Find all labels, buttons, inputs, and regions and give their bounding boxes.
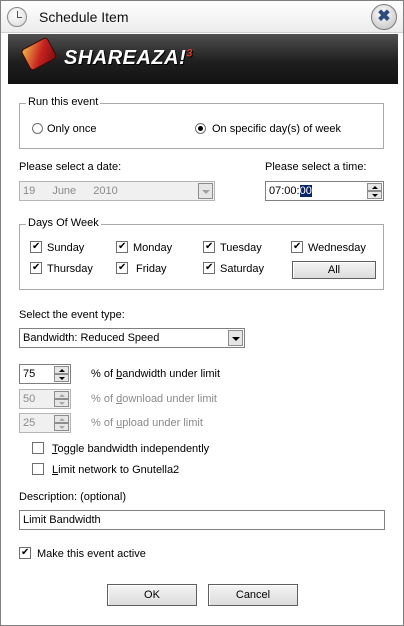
bandwidth-download-spinner: [54, 391, 69, 407]
specific-days-label: On specific day(s) of week: [212, 123, 341, 135]
bandwidth-upload-spinner: [54, 415, 69, 431]
monday-checkbox[interactable]: [116, 241, 128, 253]
thursday-label: Thursday: [47, 263, 93, 275]
saturday-checkbox[interactable]: [203, 262, 215, 274]
spin-up-icon: [54, 415, 69, 423]
shareaza-logo-icon: [20, 36, 58, 72]
limit-network-checkbox[interactable]: [32, 463, 44, 475]
spin-down-icon[interactable]: [367, 191, 382, 199]
run-event-title: Run this event: [26, 96, 101, 108]
limit-network-label: Limit network to Gnutella2: [52, 464, 180, 476]
bandwidth-total-spinner[interactable]: [54, 366, 69, 382]
date-month: June: [52, 185, 77, 197]
bandwidth-upload-input: 25: [19, 413, 71, 433]
time-label: Please select a time:: [265, 161, 367, 173]
tuesday-label: Tuesday: [220, 242, 262, 254]
wednesday-label: Wednesday: [308, 242, 366, 254]
bandwidth-upload-label: % of upload under limit: [91, 417, 203, 429]
date-picker[interactable]: 19 June 2010: [19, 181, 215, 201]
tuesday-checkbox[interactable]: [203, 241, 215, 253]
date-year: 2010: [93, 185, 118, 197]
description-label: Description: (optional): [19, 491, 126, 503]
active-checkbox[interactable]: [19, 547, 31, 559]
toggle-bandwidth-checkbox[interactable]: [32, 442, 44, 454]
spin-down-icon: [54, 399, 69, 407]
bandwidth-total-label: % of bandwidth under limit: [91, 368, 221, 380]
wednesday-checkbox[interactable]: [291, 241, 303, 253]
event-type-select[interactable]: Bandwidth: Reduced Speed: [19, 328, 245, 348]
all-days-button[interactable]: All: [292, 261, 376, 279]
bandwidth-download-input: 50: [19, 389, 71, 409]
time-selected-seconds: 00: [299, 185, 312, 197]
bandwidth-upload-value: 25: [23, 417, 36, 429]
active-label: Make this event active: [37, 548, 146, 560]
friday-checkbox[interactable]: [116, 262, 128, 274]
brand-banner: SHAREAZA!3: [8, 34, 398, 84]
description-input[interactable]: Limit Bandwidth: [19, 510, 385, 530]
title-bar[interactable]: Schedule Item ✖: [1, 1, 403, 33]
ok-button[interactable]: OK: [107, 584, 197, 606]
chevron-down-icon[interactable]: [228, 330, 243, 346]
event-type-label: Select the event type:: [19, 309, 125, 321]
brand-logo-text: SHAREAZA!3: [64, 47, 193, 69]
saturday-label: Saturday: [220, 263, 265, 275]
sunday-checkbox[interactable]: [30, 241, 42, 253]
event-type-value: Bandwidth: Reduced Speed: [23, 332, 160, 344]
clock-icon: [7, 7, 27, 27]
spin-up-icon: [54, 391, 69, 399]
time-spinner[interactable]: [367, 183, 382, 199]
time-value: 07:00:: [269, 185, 300, 197]
spin-up-icon[interactable]: [54, 366, 69, 374]
bandwidth-total-input[interactable]: 75: [19, 364, 71, 384]
close-button[interactable]: ✖: [371, 4, 397, 30]
only-once-radio[interactable]: [32, 123, 43, 134]
cancel-button[interactable]: Cancel: [208, 584, 298, 606]
friday-label: Friday: [136, 263, 167, 275]
bandwidth-total-value: 75: [23, 368, 36, 380]
window-title: Schedule Item: [39, 9, 129, 25]
bandwidth-download-value: 50: [23, 393, 36, 405]
days-of-week-title: Days Of Week: [26, 217, 101, 229]
only-once-label: Only once: [47, 123, 97, 135]
time-input[interactable]: 07:00:00: [265, 181, 384, 201]
bandwidth-download-label: % of download under limit: [91, 393, 217, 405]
toggle-bandwidth-label: Toggle bandwidth independently: [52, 443, 210, 455]
date-label: Please select a date:: [19, 161, 122, 173]
sunday-label: Sunday: [47, 242, 85, 254]
schedule-item-dialog: Schedule Item ✖ SHAREAZA!3 Run this even…: [0, 0, 404, 626]
spin-up-icon[interactable]: [367, 183, 382, 191]
date-day: 19: [23, 185, 36, 197]
days-of-week-group: Days Of Week Sunday Monday Tuesday Wedne…: [19, 217, 384, 290]
spin-down-icon[interactable]: [54, 374, 69, 382]
spin-down-icon: [54, 423, 69, 431]
specific-days-radio[interactable]: [195, 123, 206, 134]
thursday-checkbox[interactable]: [30, 262, 42, 274]
chevron-down-icon[interactable]: [198, 183, 213, 199]
run-event-group: Run this event Only once On specific day…: [19, 96, 384, 149]
monday-label: Monday: [133, 242, 173, 254]
